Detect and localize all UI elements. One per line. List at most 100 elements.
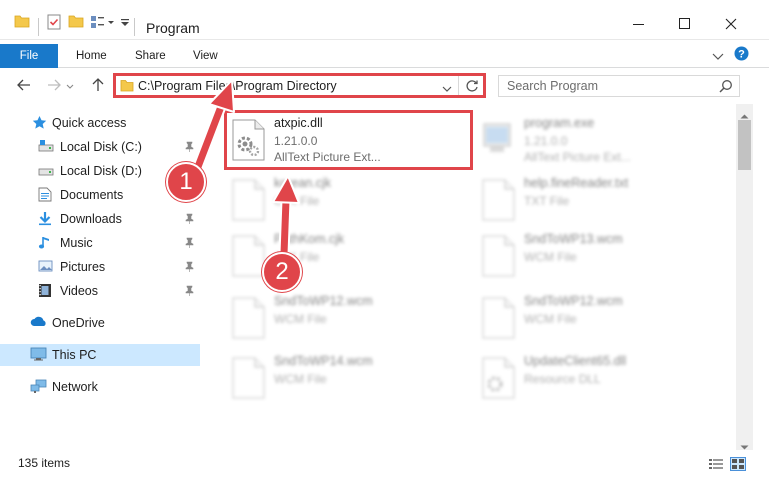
file-tile[interactable]: UpdateClient65.dll Resource DLL [474,348,714,404]
chevron-down-icon[interactable] [712,50,724,64]
sidebar-item-label: OneDrive [52,316,105,330]
sidebar-item-network[interactable]: Network [0,376,200,398]
pin-icon[interactable] [185,141,194,155]
search-icon[interactable] [719,79,733,96]
pin-icon[interactable] [185,285,194,299]
properties-icon[interactable] [46,14,62,33]
up-button[interactable] [88,76,108,96]
vertical-scrollbar[interactable] [736,104,753,450]
sidebar-item-label: Network [52,380,98,394]
large-icons-view-icon[interactable] [730,457,746,471]
file-name: program.exe [524,116,595,130]
annotation-callout-1: 1 [166,162,206,202]
forward-button[interactable] [44,76,64,96]
details-view-icon[interactable] [708,457,724,471]
sidebar-item-label: Quick access [52,116,127,130]
recent-locations-button[interactable] [64,76,76,96]
file-name: help.fineReader.txt [524,176,629,190]
status-bar: 135 items [0,452,769,484]
file-name: UpdateClient65.dll [524,354,627,368]
file-tile[interactable]: PathKom.cjk CJK File [224,226,464,282]
file-tile[interactable]: SndToWP12.wcm WCM File [474,288,714,344]
file-icon [230,178,266,222]
file-tile[interactable]: SndToWP14.wcm WCM File [224,348,464,404]
sidebar-item-onedrive[interactable]: OneDrive [0,312,200,334]
maximize-button[interactable] [662,10,708,40]
refresh-icon[interactable] [464,78,480,97]
tab-home[interactable]: Home [64,44,119,68]
file-tile[interactable]: help.fineReader.txt TXT File [474,170,714,226]
file-icon [230,356,266,400]
file-name: SndToWP14.wcm [274,354,373,368]
file-icon [230,234,266,278]
file-type: CJK File [274,194,320,208]
file-icon [480,234,516,278]
file-tile[interactable]: SndToWP12.wcm WCM File [224,288,464,344]
folder-icon [120,79,134,95]
sidebar-item-this-pc[interactable]: This PC [0,344,200,366]
pin-icon[interactable] [185,261,194,275]
sidebar-item-quick-access[interactable]: Quick access [0,112,200,134]
sidebar-item-label: Documents [60,188,124,202]
sidebar-item-music[interactable]: Music [0,232,200,254]
scroll-thumb[interactable] [738,120,751,170]
file-icon [230,296,266,340]
pin-icon[interactable] [185,213,194,227]
tab-file[interactable]: File [0,44,58,68]
file-tile[interactable]: SndToWP13.wcm WCM File [474,226,714,282]
file-icon [480,296,516,340]
sidebar-item-downloads[interactable]: Downloads [0,208,200,230]
address-bar[interactable]: C:\Program Files\Program Directory [113,73,486,98]
sidebar-item-label: This PC [52,348,97,362]
exe-icon [480,118,516,162]
sidebar-item-local-disk-c[interactable]: Local Disk (C:) [0,136,200,158]
tab-share[interactable]: Share [123,44,178,68]
downloads-icon [38,211,52,229]
address-path-field[interactable]: C:\Program Files\Program Directory [116,76,459,95]
search-input[interactable] [507,78,707,94]
tab-view[interactable]: View [181,44,230,68]
address-path: C:\Program Files\Program Directory [138,79,337,93]
sidebar-item-label: Local Disk (D:) [60,164,142,178]
drive-icon [38,163,54,180]
file-type: Resource DLL [524,372,601,386]
navigation-bar: C:\Program Files\Program Directory [0,70,769,102]
sidebar-item-label: Videos [60,284,98,298]
file-description: AllText Picture Ext... [524,150,631,164]
folder-icon [14,14,30,31]
maximize-icon [679,17,691,33]
minimize-button[interactable] [616,10,662,40]
sidebar-item-label: Local Disk (C:) [60,140,142,154]
dropdown-arrow-icon[interactable] [120,14,130,31]
close-button[interactable] [708,10,754,40]
pc-icon [30,347,47,364]
sidebar-item-label: Music [60,236,93,250]
music-icon [38,235,52,253]
file-type: WCM File [524,312,577,326]
arrow-left-icon [17,79,31,94]
file-name: korean.cjk [274,176,331,190]
customize-quick-access-icon[interactable] [90,14,116,33]
chevron-down-icon[interactable] [442,82,452,96]
minimize-icon [633,18,645,33]
file-type: TXT File [524,194,570,208]
file-name: SndToWP12.wcm [274,294,373,308]
title-bar: Program [0,0,769,40]
sidebar-item-videos[interactable]: Videos [0,280,200,302]
sidebar-item-pictures[interactable]: Pictures [0,256,200,278]
sidebar-item-label: Pictures [60,260,106,274]
file-name: SndToWP12.wcm [524,294,623,308]
back-button[interactable] [14,76,34,96]
help-icon[interactable]: ? [734,46,749,64]
search-box[interactable] [498,75,740,97]
pin-icon[interactable] [185,237,194,251]
title-separator [38,18,39,36]
star-icon [32,115,47,133]
new-folder-icon[interactable] [68,14,84,31]
arrow-right-icon [47,79,61,94]
annotation-callout-2: 2 [262,252,302,292]
file-tile-program-exe[interactable]: program.exe 1.21.0.0 AllText Picture Ext… [474,110,714,166]
file-tile[interactable]: korean.cjk CJK File [224,170,464,226]
file-type: WCM File [274,372,327,386]
onedrive-icon [30,315,48,330]
